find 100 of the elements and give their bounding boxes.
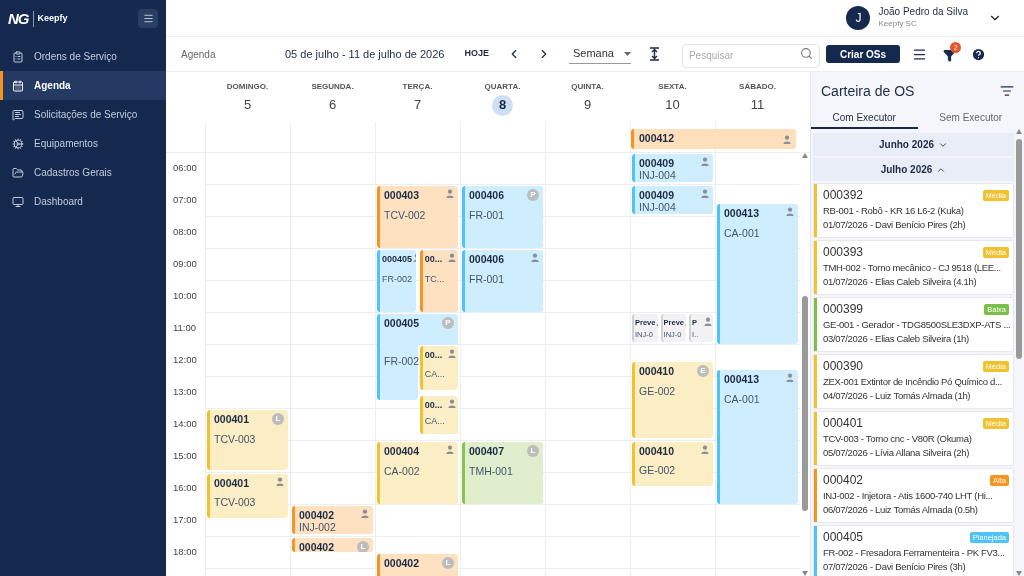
event-card[interactable]: 000406 P FR-001 <box>462 186 543 248</box>
event-card[interactable]: 00... CA... <box>419 395 458 434</box>
scrollbar-thumb[interactable] <box>802 296 808 511</box>
event-card[interactable]: 000401 TCV-003 <box>207 474 288 519</box>
equipment-code: CA... <box>424 414 445 427</box>
day-number[interactable]: 7 <box>413 95 422 115</box>
event-card[interactable]: 000407 L TMH-001 <box>462 442 543 504</box>
day-name: TERÇA. <box>402 81 433 93</box>
status-letter: L <box>272 413 284 425</box>
day-number[interactable]: 11 <box>750 95 765 115</box>
equipment-code: TC... <box>424 273 445 285</box>
hour-label: 18:00 <box>173 546 197 557</box>
equipment-line: RB-001 - Robô - KR 16 L6-2 (Kuka) <box>823 204 965 218</box>
status-letter: L <box>442 557 454 569</box>
scrollbar[interactable] <box>800 153 810 576</box>
scroll-down-icon[interactable] <box>1016 571 1022 576</box>
equipment-code: GE-002 <box>639 385 676 397</box>
help-icon[interactable] <box>971 46 987 62</box>
sidebar-item[interactable]: Agenda <box>0 71 166 100</box>
event-card[interactable]: 000405 P <box>377 314 458 345</box>
sidebar-item[interactable]: Solicitações de Serviço <box>0 100 166 129</box>
equipment-code: TMH-001 <box>469 465 513 477</box>
event-id: 000412 <box>639 131 675 147</box>
day-number[interactable]: 6 <box>328 95 337 115</box>
person-icon <box>704 317 712 326</box>
day-number[interactable]: 9 <box>583 95 592 115</box>
create-button[interactable]: Criar OSs <box>825 45 901 63</box>
day-number[interactable]: 10 <box>665 95 680 115</box>
equipment-line: GE-001 - Gerador - TDG8500SLE3DXP-ATS ... <box>823 318 1009 332</box>
user-avatar[interactable]: J <box>846 6 871 30</box>
event-card[interactable]: 000409 INJ-004 <box>632 154 713 183</box>
event-card[interactable]: 00... TC... <box>419 250 458 312</box>
event-card[interactable]: 000404 CA-002 <box>377 442 458 504</box>
scrollbar[interactable] <box>1014 129 1024 576</box>
event-id: 000406 <box>469 189 505 201</box>
calendar-icon <box>12 79 24 92</box>
schedule-line: 06/07/2026 - Luiz Tomás Almada (0.5h) <box>823 503 979 517</box>
expand-height-icon[interactable] <box>648 47 660 61</box>
event-card[interactable]: 000413 CA-001 <box>717 370 798 504</box>
order-number: 000399 <box>823 302 864 317</box>
clipboard-icon <box>12 50 24 63</box>
person-icon <box>446 189 454 198</box>
today-button[interactable]: HOJE <box>464 47 489 61</box>
event-card[interactable]: 000406 FR-001 <box>462 250 543 312</box>
event-card[interactable]: 000402 INJ-002 <box>292 506 373 535</box>
event-id: 000410 <box>639 365 675 377</box>
search-field[interactable]: Pesquisar <box>681 43 820 68</box>
event-card[interactable]: 000412 <box>631 129 796 149</box>
order-number: 000392 <box>823 188 864 203</box>
day-number[interactable]: 8 <box>492 95 513 116</box>
search-icon[interactable] <box>799 47 813 60</box>
panel-tab[interactable]: Sem Executor <box>917 108 1024 129</box>
equipment-line: INJ-002 - Injetora - Atis 1600-740 LHT (Hi... <box>823 489 994 503</box>
folder-icon <box>12 166 24 179</box>
status-letter: P <box>442 317 454 329</box>
schedule-line: 07/07/2026 - Davi Benício Pires (3h) <box>823 560 967 574</box>
event-id: 000406 <box>469 253 505 265</box>
sidebar-item[interactable]: Ordens de Serviço <box>0 42 166 71</box>
menu-button[interactable] <box>138 9 158 28</box>
event-card[interactable]: 000413 CA-001 <box>717 203 798 344</box>
order-number: 000401 <box>823 416 864 431</box>
person-icon <box>701 189 709 198</box>
scroll-down-icon[interactable] <box>802 571 808 576</box>
sidebar-item[interactable]: Cadastros Gerais <box>0 158 166 187</box>
event-card[interactable]: 000410 GE-002 <box>632 442 713 487</box>
user-company: Keepfy SC <box>878 18 918 30</box>
scrollbar-thumb[interactable] <box>1016 139 1022 359</box>
hour-label: 13:00 <box>173 386 197 397</box>
event-id: 000405 <box>384 317 420 329</box>
event-card[interactable]: 000402 L <box>377 554 458 576</box>
day-number[interactable]: 5 <box>243 95 252 115</box>
day-name: QUINTA. <box>571 81 604 93</box>
gear-icon <box>12 137 24 150</box>
sidebar-item[interactable]: Equipamentos <box>0 129 166 158</box>
event-card[interactable]: 000402 L <box>292 538 373 552</box>
hour-label: 07:00 <box>173 194 197 205</box>
event-card[interactable]: 000410 E GE-002 <box>632 362 713 439</box>
filter-icon[interactable] <box>1000 84 1014 98</box>
month-group[interactable]: Junho 2026 <box>813 133 1014 156</box>
equipment-code: GE-002 <box>639 464 676 477</box>
event-card[interactable]: 00... CA... <box>419 346 458 391</box>
panel-title: Carteira de OS <box>821 81 915 101</box>
event-card[interactable]: 000409 INJ-004 <box>632 186 713 215</box>
event-card[interactable]: 000401 L TCV-003 <box>207 410 288 471</box>
sidebar-item[interactable]: Dashboard <box>0 187 166 216</box>
list-menu-icon[interactable] <box>912 46 928 62</box>
event-card[interactable]: 000405 FR-002 <box>377 250 416 312</box>
scroll-up-icon[interactable] <box>1016 129 1022 134</box>
scroll-up-icon[interactable] <box>802 153 808 158</box>
month-group[interactable]: Julho 2026 <box>813 158 1014 181</box>
status-letter: L <box>357 541 369 552</box>
event-id: 000409 <box>639 189 675 201</box>
event-card[interactable]: 000403 TCV-002 <box>377 186 458 248</box>
event-id: 000404 <box>384 445 420 457</box>
panel-tab[interactable]: Com Executor <box>811 108 918 129</box>
event-card-extension[interactable]: FR-002 <box>377 345 418 400</box>
view-select[interactable]: Semana <box>568 44 631 64</box>
event-id: 00... <box>424 349 443 361</box>
person-icon <box>448 398 456 408</box>
user-name: João Pedro da Silva <box>878 6 968 18</box>
